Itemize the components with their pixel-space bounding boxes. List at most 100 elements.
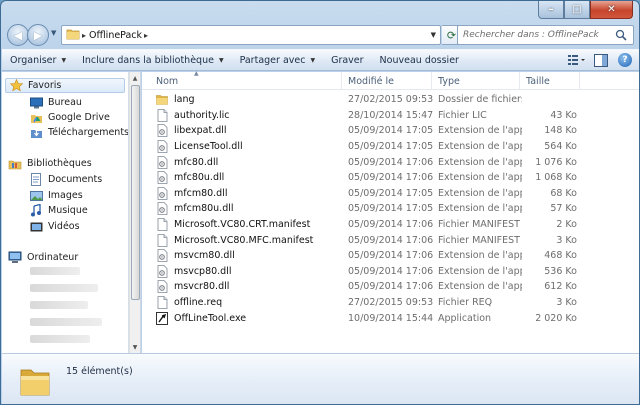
- caption-buttons: – □ ✕: [538, 1, 633, 19]
- organize-button[interactable]: Organiser ▼: [2, 50, 74, 70]
- nav-libraries[interactable]: Bibliothèques: [8, 156, 92, 171]
- refresh-icon: ⟳: [446, 28, 457, 42]
- table-row[interactable]: msvcp80.dll 05/09/2014 17:06 Extension de …: [142, 264, 639, 280]
- nav-images-label: Images: [48, 190, 83, 201]
- back-button[interactable]: ◀: [7, 24, 29, 46]
- share-with-button[interactable]: Partager avec ▼: [232, 50, 324, 70]
- file-name-cell[interactable]: mfcm80u.dll: [156, 202, 346, 216]
- nav-desktop[interactable]: Bureau: [29, 95, 82, 110]
- file-name-cell[interactable]: msvcp80.dll: [156, 264, 346, 278]
- search-input[interactable]: [463, 30, 613, 40]
- column-size[interactable]: Taille: [520, 72, 580, 90]
- music-icon: [29, 204, 43, 218]
- table-row[interactable]: mfcm80u.dll 05/09/2014 17:05 Extension de …: [142, 201, 639, 217]
- file-name-cell[interactable]: mfc80u.dll: [156, 171, 346, 185]
- dll-icon: [156, 186, 168, 200]
- scroll-thumb[interactable]: [131, 85, 140, 300]
- file-name: lang: [174, 94, 195, 106]
- nav-google-drive[interactable]: Google Drive: [29, 110, 110, 125]
- column-type[interactable]: Type: [432, 72, 520, 90]
- file-name-cell[interactable]: msvcm80.dll: [156, 249, 346, 263]
- file-size: 1 076 Ko: [535, 156, 577, 168]
- close-button[interactable]: ✕: [590, 1, 633, 19]
- table-row[interactable]: msvcm80.dll 05/09/2014 17:06 Extension de …: [142, 248, 639, 264]
- file-name: mfcm80.dll: [174, 187, 228, 199]
- table-row[interactable]: msvcr80.dll 05/09/2014 17:06 Extension de …: [142, 279, 639, 295]
- dll-icon: [156, 155, 168, 169]
- file-type: Extension de l'app...: [438, 265, 522, 277]
- file-name-cell[interactable]: Microsoft.VC80.MFC.manifest: [156, 233, 346, 247]
- scroll-down-icon[interactable]: ▼: [130, 341, 140, 353]
- minimize-button[interactable]: –: [538, 1, 564, 19]
- file-icon: [156, 108, 168, 122]
- new-folder-label: Nouveau dossier: [379, 54, 459, 66]
- share-with-label: Partager avec: [239, 54, 306, 66]
- file-date: 28/10/2014 15:47: [348, 109, 434, 121]
- breadcrumb-separator-icon[interactable]: ▸: [82, 31, 86, 40]
- column-modified[interactable]: Modifié le: [342, 72, 432, 90]
- file-date: 05/09/2014 17:06: [348, 265, 434, 277]
- table-row[interactable]: libexpat.dll 05/09/2014 17:05 Extension de…: [142, 123, 639, 139]
- burn-button[interactable]: Graver: [323, 50, 371, 70]
- table-row[interactable]: mfc80u.dll 05/09/2014 17:06 Extension de l…: [142, 170, 639, 186]
- view-list-icon: [568, 55, 585, 65]
- file-type: Extension de l'app...: [438, 156, 522, 168]
- file-name-cell[interactable]: lang: [156, 93, 346, 106]
- table-row[interactable]: authority.lic 28/10/2014 15:47 Fichier LIC…: [142, 108, 639, 124]
- table-row[interactable]: mfcm80.dll 05/09/2014 17:05 Extension de l…: [142, 186, 639, 202]
- nav-downloads[interactable]: Téléchargements: [29, 125, 128, 140]
- nav-google-drive-label: Google Drive: [48, 112, 110, 123]
- nav-computer[interactable]: Ordinateur: [8, 250, 78, 265]
- file-name-cell[interactable]: mfc80.dll: [156, 155, 346, 169]
- file-type: Extension de l'app...: [438, 172, 522, 184]
- file-rows: lang 27/02/2015 09:53 Dossier de fichiers a…: [142, 92, 639, 326]
- column-name[interactable]: Nom: [142, 72, 342, 90]
- breadcrumb-separator-icon[interactable]: ▸: [144, 31, 148, 40]
- file-name-cell[interactable]: OffLineTool.exe: [156, 311, 346, 325]
- file-name: msvcp80.dll: [174, 265, 232, 277]
- table-row[interactable]: LicenseTool.dll 05/09/2014 17:05 Extension…: [142, 139, 639, 155]
- table-row[interactable]: Microsoft.VC80.MFC.manifest 05/09/2014 17…: [142, 232, 639, 248]
- address-dropdown-icon[interactable]: ▼: [431, 31, 436, 39]
- file-type: Fichier MANIFEST: [438, 219, 520, 231]
- nav-images[interactable]: Images: [29, 188, 83, 203]
- chevron-down-icon: ▼: [310, 56, 316, 64]
- nav-favorites[interactable]: Favoris: [5, 78, 125, 93]
- file-name-cell[interactable]: LicenseTool.dll: [156, 140, 346, 153]
- file-name-cell[interactable]: offline.req: [156, 296, 346, 309]
- forward-button[interactable]: ▶: [27, 24, 49, 46]
- table-row[interactable]: lang 27/02/2015 09:53 Dossier de fichiers: [142, 92, 639, 108]
- file-name-cell[interactable]: Microsoft.VC80.CRT.manifest: [156, 218, 346, 231]
- preview-pane-button[interactable]: [592, 52, 610, 68]
- table-row[interactable]: mfc80.dll 05/09/2014 17:06 Extension de l'…: [142, 154, 639, 170]
- file-name-cell[interactable]: mfcm80.dll: [156, 186, 346, 200]
- help-button[interactable]: ?: [616, 52, 634, 68]
- file-name-cell[interactable]: msvcr80.dll: [156, 280, 346, 294]
- nav-documents[interactable]: Documents: [29, 172, 102, 187]
- maximize-button[interactable]: □: [564, 1, 590, 19]
- file-name-cell[interactable]: libexpat.dll: [156, 124, 346, 138]
- search-box[interactable]: [457, 25, 634, 45]
- explorer-window: – □ ✕ ◀ ▶ ▼ ▸ OfflinePack ▸ ▼ ⟳ Organise…: [0, 0, 640, 405]
- breadcrumb-offlinepack[interactable]: OfflinePack: [89, 30, 142, 41]
- navigation-scrollbar[interactable]: ▲ ▼: [129, 72, 141, 353]
- file-name: OffLineTool.exe: [174, 312, 247, 324]
- file-date: 05/09/2014 17:06: [348, 172, 434, 184]
- file-icon: [156, 218, 168, 231]
- scroll-up-icon[interactable]: ▲: [130, 72, 140, 84]
- folder-icon: [156, 93, 168, 106]
- search-icon[interactable]: [615, 29, 627, 44]
- file-name: Microsoft.VC80.CRT.manifest: [174, 219, 311, 231]
- table-row[interactable]: offline.req 27/02/2015 09:53 Fichier REQ 3 …: [142, 295, 639, 311]
- nav-music[interactable]: Musique: [29, 203, 88, 218]
- table-row[interactable]: Microsoft.VC80.CRT.manifest 05/09/2014 17…: [142, 217, 639, 233]
- file-name-cell[interactable]: authority.lic: [156, 108, 346, 122]
- file-name: Microsoft.VC80.MFC.manifest: [174, 234, 314, 246]
- table-row[interactable]: OffLineTool.exe 10/09/2014 15:44 Applicati…: [142, 310, 639, 326]
- include-library-button[interactable]: Inclure dans la bibliothèque ▼: [74, 50, 232, 70]
- recent-pages-dropdown[interactable]: ▼: [51, 29, 56, 37]
- nav-videos[interactable]: Vidéos: [29, 219, 80, 234]
- new-folder-button[interactable]: Nouveau dossier: [372, 50, 467, 70]
- address-bar[interactable]: ▸ OfflinePack ▸ ▼: [61, 25, 441, 45]
- view-options-button[interactable]: [568, 52, 586, 68]
